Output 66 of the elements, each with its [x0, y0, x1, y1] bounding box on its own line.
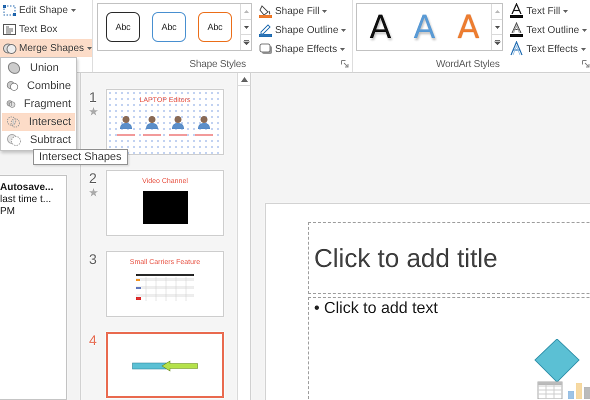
text-box-button[interactable]: Text Box [0, 20, 92, 38]
caret-icon [321, 8, 328, 14]
autosave-text: PM [0, 206, 16, 218]
more-icon [494, 39, 501, 46]
shape-style-option[interactable]: Abc [106, 12, 140, 42]
paint-bucket-icon [258, 3, 273, 19]
body-placeholder-text: • Click to add text [314, 300, 439, 318]
shape-effects-button[interactable]: Shape Effects [256, 40, 350, 58]
edit-shape-icon [2, 2, 17, 18]
merge-shapes-icon [2, 40, 17, 56]
pencil-button[interactable]: Shape Outline [256, 21, 350, 39]
shape-style-option[interactable]: Abc [152, 12, 186, 42]
merge-option-icon [6, 114, 21, 130]
merge-option-icon [6, 60, 22, 76]
group-label: Shape Styles [188, 58, 247, 70]
dialog-launcher-icon[interactable] [341, 60, 350, 68]
menu-item[interactable]: Subtract [2, 131, 75, 149]
tooltip: Intersect Shapes [33, 149, 128, 165]
merge-option-icon [6, 132, 22, 148]
wordart-style-option[interactable]: A [365, 7, 396, 47]
menu-item[interactable]: Union [2, 59, 75, 77]
slide-thumbnail[interactable] [106, 332, 224, 398]
caret-icon [580, 46, 587, 52]
slide-number: 1 [89, 89, 97, 105]
menu-item[interactable]: Combine [2, 77, 75, 95]
dialog-launcher-icon[interactable] [582, 60, 590, 68]
text-outline-icon [509, 22, 524, 38]
table-thumbnail-drawing [136, 274, 194, 302]
avatar-icon [146, 115, 158, 129]
paint-bucket-button[interactable]: Shape Fill [256, 2, 350, 20]
merge-shapes-button[interactable]: Merge Shapes [0, 39, 92, 57]
shape-effects-icon [258, 41, 273, 57]
autosave-title: Autosave... [0, 182, 54, 194]
caret-icon [339, 46, 346, 52]
menu-item[interactable]: Fragment [2, 95, 75, 113]
more-icon [242, 39, 250, 46]
caret-icon [562, 8, 570, 14]
menu-item[interactable]: Intersect [2, 113, 75, 131]
pencil-icon [258, 22, 273, 38]
merge-option-icon [6, 78, 19, 94]
video-placeholder [142, 191, 188, 224]
edit-shape-button[interactable]: Edit Shape [0, 1, 92, 19]
title-placeholder[interactable]: Click to add title [308, 222, 590, 294]
group-label: WordArt Styles [434, 58, 501, 70]
caret-up-icon [494, 8, 501, 15]
text-effects-button[interactable]: Text Effects [507, 40, 590, 58]
slide-number: 3 [89, 251, 97, 267]
slide-number: 2 [89, 170, 97, 186]
shape-style-option[interactable]: Abc [198, 12, 232, 42]
text-fill-button[interactable]: Text Fill [507, 2, 590, 20]
autosave-text: last time t... [0, 194, 52, 206]
caret-up-icon [240, 76, 248, 82]
caret-icon [340, 26, 348, 34]
content-placeholder[interactable]: • Click to add text [308, 297, 590, 400]
caret-up-icon [242, 8, 250, 15]
avatar-icon [120, 115, 132, 129]
caret-down-icon [242, 24, 250, 30]
slide-number: 4 [89, 332, 97, 348]
caret-icon [581, 26, 588, 34]
avatar-icon [172, 115, 184, 129]
caret-down-icon [494, 24, 501, 30]
text-effects-icon [509, 41, 524, 57]
text-fill-icon [509, 3, 524, 19]
text-outline-button[interactable]: Text Outline [507, 21, 590, 39]
avatar-icon [198, 115, 210, 129]
arrows-drawing [132, 360, 198, 372]
